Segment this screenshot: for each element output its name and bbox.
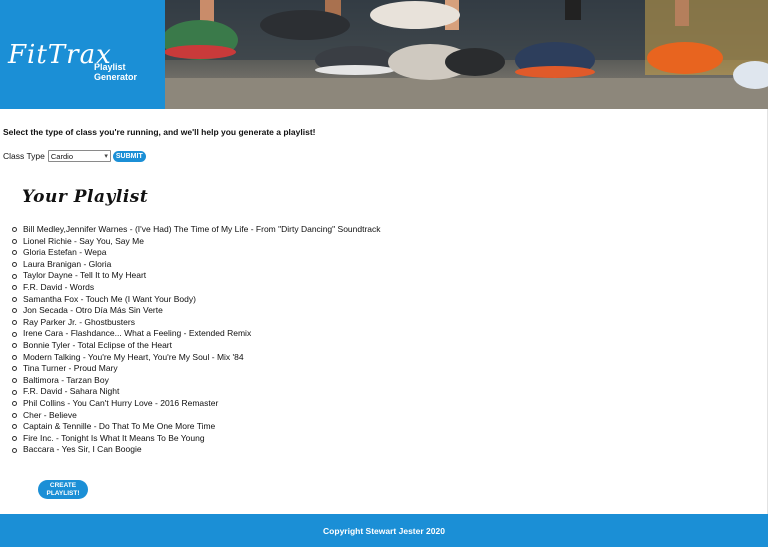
list-item: Lionel Richie - Say You, Say Me: [12, 236, 381, 248]
list-item: Modern Talking - You're My Heart, You're…: [12, 352, 381, 364]
bullet-icon: [12, 320, 17, 326]
list-item: Taylor Dayne - Tell It to My Heart: [12, 270, 381, 282]
song-title: Lionel Richie - Say You, Say Me: [23, 235, 144, 246]
bullet-icon: [12, 227, 17, 233]
song-title: Gloria Estefan - Wepa: [23, 247, 107, 258]
bullet-icon: [12, 296, 17, 302]
list-item: Bill Medley,Jennifer Warnes - (I've Had)…: [12, 224, 381, 236]
bullet-icon: [12, 354, 17, 360]
bullet-icon: [12, 435, 17, 441]
bullet-icon: [12, 424, 17, 430]
song-title: Fire Inc. - Tonight Is What It Means To …: [23, 432, 205, 443]
song-title: Ray Parker Jr. - Ghostbusters: [23, 316, 135, 327]
song-list: Bill Medley,Jennifer Warnes - (I've Had)…: [12, 224, 381, 456]
class-type-label: Class Type: [3, 151, 45, 161]
song-title: Bonnie Tyler - Total Eclipse of the Hear…: [23, 339, 172, 350]
bullet-icon: [12, 285, 17, 291]
bullet-icon: [12, 238, 17, 244]
create-playlist-label-line1: CREATE: [49, 482, 77, 489]
class-type-value: Cardio: [50, 151, 73, 161]
bullet-icon: [12, 378, 17, 384]
list-item: Bonnie Tyler - Total Eclipse of the Hear…: [12, 340, 381, 352]
list-item: Ray Parker Jr. - Ghostbusters: [12, 317, 381, 329]
bullet-icon: [12, 273, 17, 279]
song-title: Phil Collins - You Can't Hurry Love - 20…: [23, 397, 219, 408]
song-title: Jon Secada - Otro Día Más Sin Verte: [23, 305, 163, 316]
list-item: Fire Inc. - Tonight Is What It Means To …: [12, 433, 381, 445]
list-item: Gloria Estefan - Wepa: [12, 247, 381, 259]
bullet-icon: [12, 262, 17, 268]
list-item: Samantha Fox - Touch Me (I Want Your Bod…: [12, 294, 381, 306]
intro-text: Select the type of class you're running,…: [3, 127, 316, 137]
playlist-title: Your Playlist: [22, 187, 149, 207]
list-item: Jon Secada - Otro Día Más Sin Verte: [12, 305, 381, 317]
song-title: Baccara - Yes Sir, I Can Boogie: [23, 444, 142, 455]
class-type-select[interactable]: Cardio ▾: [47, 150, 111, 162]
song-title: Laura Branigan - Gloria: [23, 258, 112, 269]
site-header: FitTrax Playlist Generator: [0, 0, 768, 109]
create-playlist-label-line2: PLAYLIST!: [46, 490, 80, 497]
song-title: F.R. David - Sahara Night: [23, 386, 120, 397]
bullet-icon: [12, 447, 17, 453]
song-title: Cher - Believe: [23, 409, 77, 420]
song-title: Bill Medley,Jennifer Warnes - (I've Had)…: [23, 224, 381, 234]
bullet-icon: [12, 308, 17, 314]
list-item: Phil Collins - You Can't Hurry Love - 20…: [12, 398, 381, 410]
song-title: Taylor Dayne - Tell It to My Heart: [23, 270, 147, 281]
brand-panel: FitTrax Playlist Generator: [0, 0, 165, 109]
list-item: Irene Cara - Flashdance... What a Feelin…: [12, 328, 381, 340]
hero-image: [165, 0, 768, 109]
song-title: Tina Turner - Proud Mary: [23, 363, 118, 374]
list-item: Laura Branigan - Gloria: [12, 259, 381, 271]
bullet-icon: [12, 250, 17, 256]
bullet-icon: [12, 331, 17, 337]
bullet-icon: [12, 343, 17, 349]
song-title: Samantha Fox - Touch Me (I Want Your Bod…: [23, 293, 196, 304]
copyright-text: Copyright Stewart Jester 2020: [323, 525, 445, 536]
site-footer: Copyright Stewart Jester 2020: [0, 514, 768, 547]
song-title: Captain & Tennille - Do That To Me One M…: [23, 421, 216, 432]
bullet-icon: [12, 412, 17, 418]
site-subtitle: Playlist Generator: [94, 62, 138, 82]
create-playlist-button[interactable]: CREATE PLAYLIST!: [38, 480, 88, 499]
list-item: F.R. David - Words: [12, 282, 381, 294]
chevron-down-icon: ▾: [104, 153, 108, 160]
song-title: Modern Talking - You're My Heart, You're…: [23, 351, 244, 362]
list-item: Captain & Tennille - Do That To Me One M…: [12, 421, 381, 433]
list-item: Cher - Believe: [12, 410, 381, 422]
song-title: F.R. David - Words: [23, 281, 95, 292]
song-title: Baltimora - Tarzan Boy: [23, 374, 109, 385]
list-item: Baccara - Yes Sir, I Can Boogie: [12, 444, 381, 456]
bullet-icon: [12, 366, 17, 372]
submit-button[interactable]: SUBMIT: [112, 150, 146, 162]
bullet-icon: [12, 401, 17, 407]
list-item: F.R. David - Sahara Night: [12, 386, 381, 398]
class-type-form: Class Type Cardio ▾ SUBMIT: [3, 150, 146, 162]
song-title: Irene Cara - Flashdance... What a Feelin…: [23, 328, 252, 339]
bullet-icon: [12, 389, 17, 395]
list-item: Baltimora - Tarzan Boy: [12, 375, 381, 387]
list-item: Tina Turner - Proud Mary: [12, 363, 381, 375]
